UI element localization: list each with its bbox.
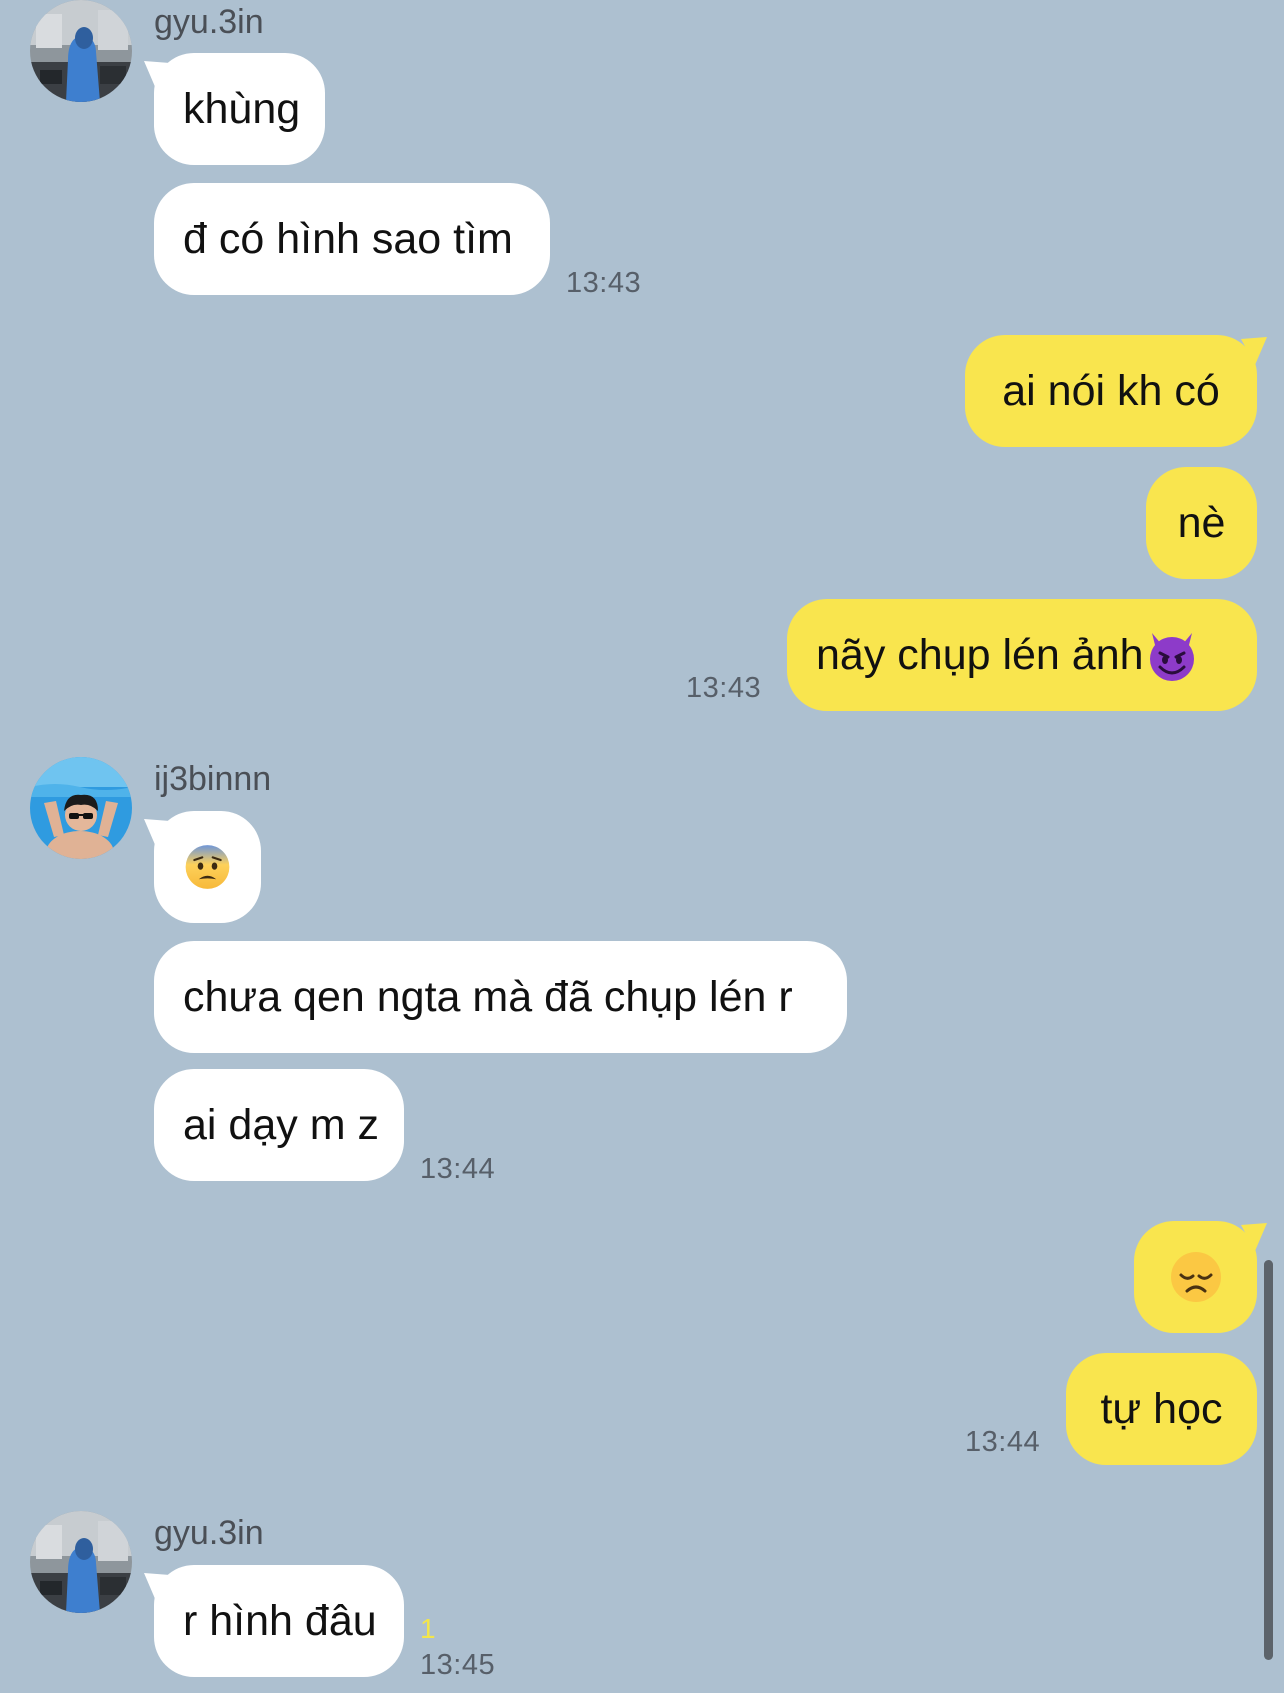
message-bubble[interactable]: r hình đâu: [144, 1565, 404, 1677]
message-bubble[interactable]: nãy chụp lén ảnh: [787, 599, 1257, 711]
smiling-devil-emoji: [1149, 633, 1194, 681]
bubble-tail: [144, 819, 170, 847]
message-text: ai nói kh có: [1002, 366, 1220, 415]
message-bubble[interactable]: chưa qen ngta mà đã chụp lén r: [154, 941, 847, 1053]
bubble-tail: [144, 1573, 170, 1601]
message-bubble[interactable]: đ có hình sao tìm: [154, 183, 550, 295]
message-time: 13:44: [420, 1153, 496, 1185]
message-bubble[interactable]: ai dạy m z: [154, 1069, 404, 1181]
avatar-gyu3in[interactable]: [30, 0, 132, 102]
avatar-gyu3in[interactable]: [30, 1511, 132, 1613]
message-bubble[interactable]: khùng: [144, 53, 325, 165]
message-text: tự học: [1100, 1384, 1223, 1433]
avatar-image: [30, 757, 132, 859]
message-bubble[interactable]: tự học: [1066, 1353, 1257, 1465]
message-bubble[interactable]: [1134, 1221, 1267, 1333]
message-text: đ có hình sao tìm: [183, 214, 513, 263]
message-text: chưa qen ngta mà đã chụp lén r: [183, 972, 793, 1021]
avatar-ij3binnn[interactable]: [30, 757, 132, 859]
avatar-image: [30, 1511, 132, 1613]
message-bubble[interactable]: ai nói kh có: [965, 335, 1267, 447]
disappointed-face-emoji: [1170, 1252, 1221, 1302]
message-time: 13:45: [420, 1649, 496, 1681]
sender-name: gyu.3in: [154, 1514, 264, 1552]
message-text: khùng: [183, 84, 301, 133]
message-text: nãy chụp lén ảnh: [816, 630, 1144, 679]
message-bubble[interactable]: [144, 811, 261, 923]
sender-name: gyu.3in: [154, 3, 264, 41]
bubble-tail: [1241, 1223, 1267, 1251]
bubble-tail: [144, 61, 170, 89]
message-time: 13:43: [686, 672, 762, 704]
anxious-face-emoji: [185, 845, 230, 889]
message-bubble[interactable]: nè: [1146, 467, 1257, 579]
avatar-image: [30, 0, 132, 102]
message-text: ai dạy m z: [183, 1100, 379, 1149]
message-time: 13:44: [965, 1426, 1041, 1458]
sender-name: ij3binnn: [154, 760, 272, 798]
unread-count: 1: [420, 1613, 436, 1644]
bubble-tail: [1241, 337, 1267, 365]
message-text: nè: [1177, 498, 1226, 547]
scrollbar[interactable]: [1264, 1260, 1273, 1660]
message-time: 13:43: [566, 267, 642, 299]
message-text: r hình đâu: [183, 1596, 377, 1645]
